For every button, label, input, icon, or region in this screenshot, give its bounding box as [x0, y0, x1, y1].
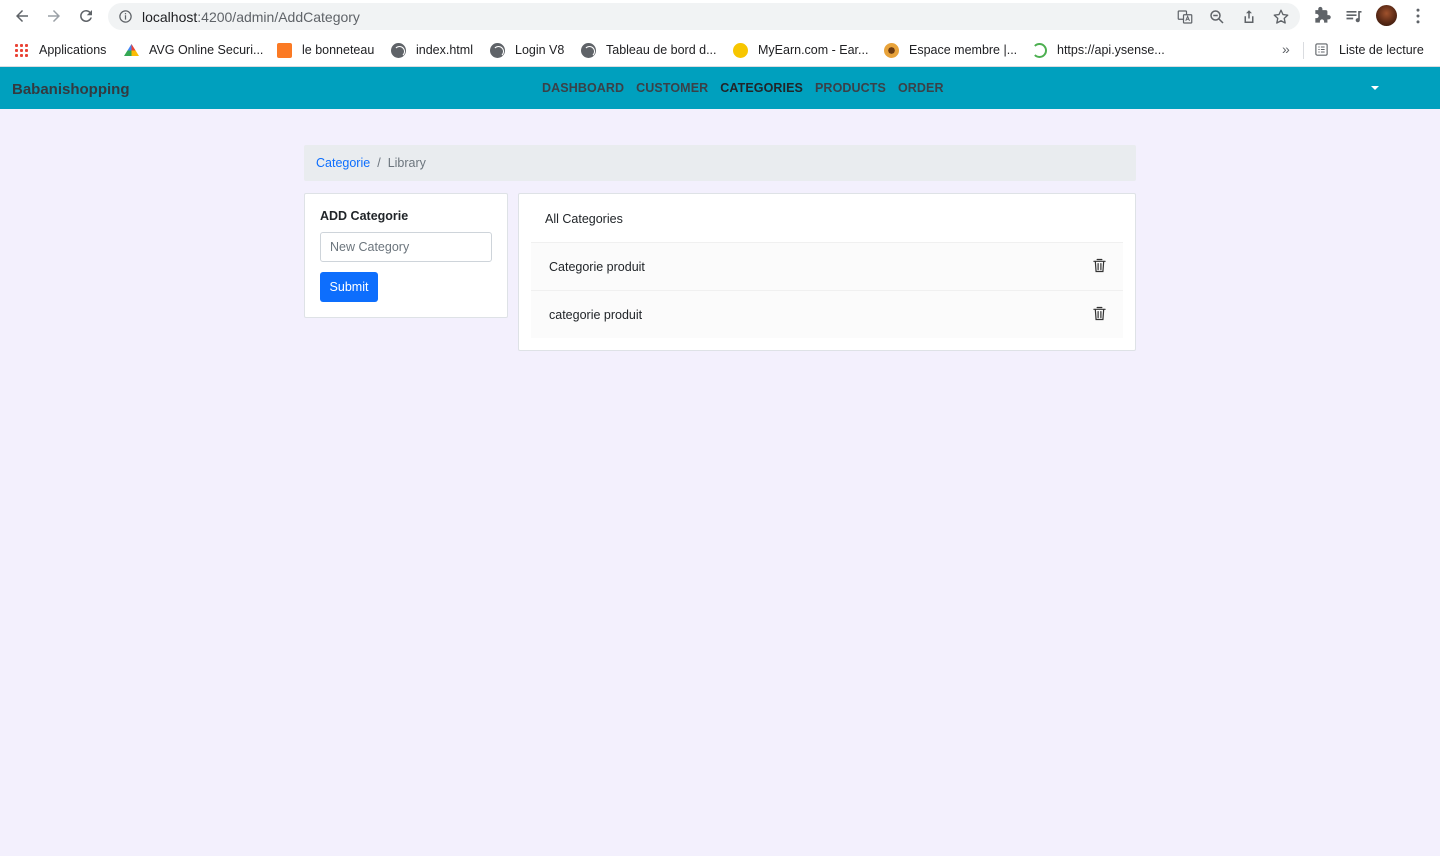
- share-icon[interactable]: [1240, 8, 1258, 26]
- bookmark-bonneteau[interactable]: le bonneteau: [277, 42, 374, 58]
- zoom-out-icon[interactable]: [1208, 8, 1226, 26]
- all-categories-title: All Categories: [545, 212, 623, 226]
- url-text: localhost:4200/admin/AddCategory: [142, 9, 360, 25]
- xampp-icon: [277, 42, 292, 58]
- breadcrumb-link-categorie[interactable]: Categorie: [316, 156, 370, 170]
- kebab-menu-icon[interactable]: [1408, 6, 1428, 26]
- bookmark-login[interactable]: Login V8: [490, 42, 564, 58]
- category-name: categorie produit: [549, 308, 643, 322]
- reload-button[interactable]: [73, 4, 99, 28]
- bookmarks-bar: Applications AVG Online Securi... le bon…: [0, 33, 1440, 67]
- avg-logo-icon: [124, 44, 139, 56]
- bookmark-ysense[interactable]: https://api.ysense...: [1032, 42, 1165, 58]
- bookmarks-overflow-button[interactable]: »: [1282, 41, 1290, 57]
- bookmark-espace[interactable]: Espace membre |...: [884, 42, 1017, 58]
- bookmark-myearn[interactable]: MyEarn.com - Ear...: [733, 42, 868, 58]
- info-icon[interactable]: [118, 9, 133, 24]
- reading-list-button[interactable]: Liste de lecture: [1314, 42, 1424, 57]
- espace-membre-icon: [884, 42, 899, 58]
- bookmark-avg[interactable]: AVG Online Securi...: [124, 42, 263, 58]
- breadcrumb-current: Library: [387, 156, 426, 170]
- category-name: Categorie produit: [549, 260, 645, 274]
- nav-categories[interactable]: CATEGORIES: [720, 81, 803, 95]
- submit-button[interactable]: Submit: [320, 272, 378, 302]
- nav-products[interactable]: PRODUCTS: [815, 81, 886, 95]
- app-navbar: Babanishopping DASHBOARD CUSTOMER CATEGO…: [0, 67, 1440, 109]
- apps-grid-icon: [14, 42, 29, 58]
- list-item: categorie produit: [531, 290, 1123, 338]
- profile-avatar[interactable]: [1376, 5, 1397, 26]
- globe-icon: [391, 42, 406, 58]
- list-item: Categorie produit: [531, 242, 1123, 290]
- extensions-icon[interactable]: [1312, 6, 1332, 26]
- arrow-left-icon: [16, 10, 28, 22]
- main-nav: DASHBOARD CUSTOMER CATEGORIES PRODUCTS O…: [542, 81, 944, 95]
- address-bar[interactable]: localhost:4200/admin/AddCategory: [108, 3, 1300, 30]
- reload-icon: [80, 10, 92, 23]
- star-icon[interactable]: [1272, 8, 1290, 26]
- nav-customer[interactable]: CUSTOMER: [636, 81, 708, 95]
- arrow-right-icon: [48, 10, 60, 22]
- trash-icon[interactable]: [1093, 258, 1106, 273]
- translate-icon[interactable]: [1176, 8, 1194, 26]
- bookmarks-divider: [1303, 42, 1304, 59]
- add-category-card: ADD Categorie Submit: [304, 193, 508, 318]
- myearn-icon: [733, 42, 748, 58]
- forward-button[interactable]: [41, 4, 67, 28]
- nav-order[interactable]: ORDER: [898, 81, 944, 95]
- breadcrumb: Categorie / Library: [304, 145, 1136, 181]
- user-dropdown-caret-icon[interactable]: [1371, 86, 1379, 90]
- all-categories-card: All Categories Categorie produit categor…: [518, 193, 1136, 351]
- add-category-title: ADD Categorie: [320, 209, 409, 223]
- brand-logo[interactable]: Babanishopping: [12, 81, 130, 98]
- trash-icon[interactable]: [1093, 306, 1106, 321]
- nav-dashboard[interactable]: DASHBOARD: [542, 81, 624, 95]
- bookmark-applications[interactable]: Applications: [14, 42, 106, 58]
- back-button[interactable]: [9, 4, 35, 28]
- globe-icon: [490, 42, 505, 58]
- bookmark-index[interactable]: index.html: [391, 42, 473, 58]
- bookmark-tableau[interactable]: Tableau de bord d...: [581, 42, 717, 58]
- ysense-icon: [1032, 42, 1047, 58]
- globe-icon: [581, 42, 596, 58]
- browser-toolbar: localhost:4200/admin/AddCategory: [0, 0, 1440, 33]
- media-queue-icon[interactable]: [1344, 6, 1364, 26]
- reading-list-icon: [1315, 43, 1328, 56]
- breadcrumb-separator: /: [377, 156, 381, 170]
- new-category-input[interactable]: [320, 232, 492, 262]
